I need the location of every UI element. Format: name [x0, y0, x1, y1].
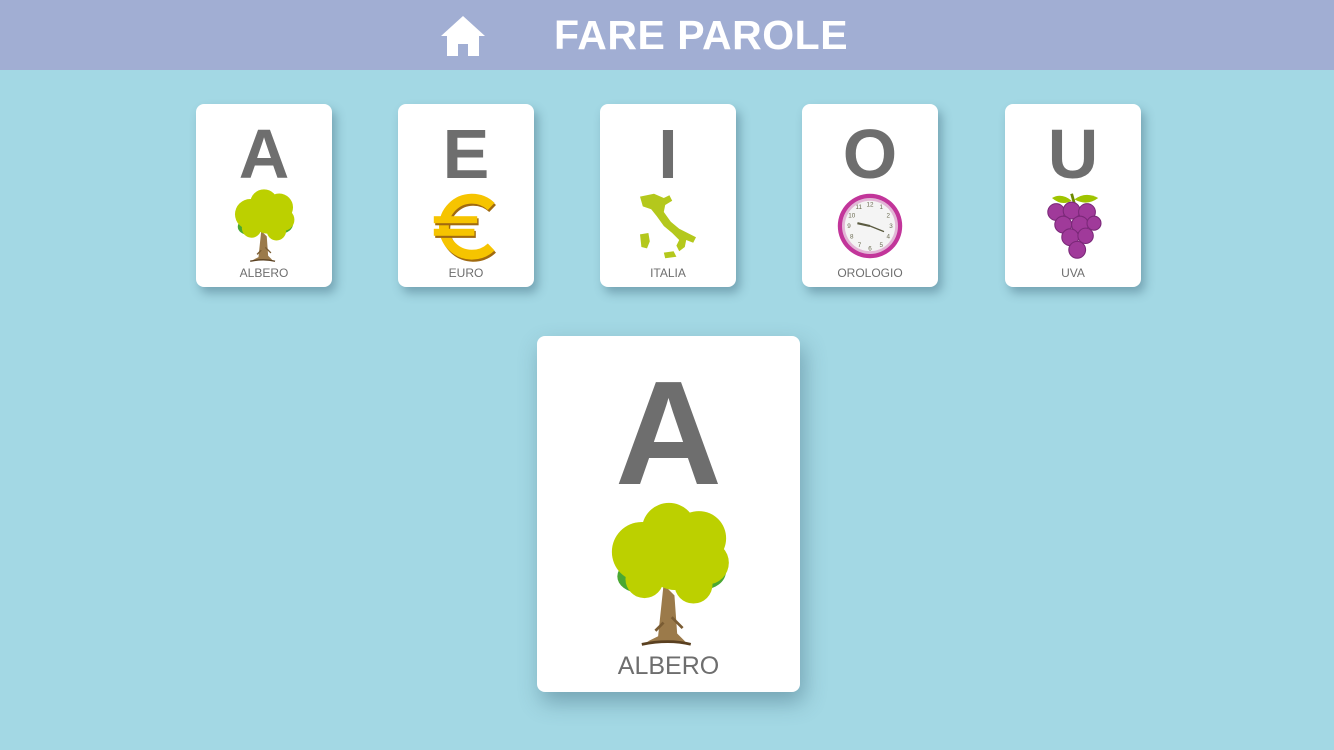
card-u[interactable]: U UVA [1005, 104, 1141, 287]
selected-card-letter: A [615, 351, 722, 516]
tree-icon [229, 188, 299, 264]
card-word: OROLOGIO [837, 266, 903, 280]
card-letter: O [842, 115, 898, 193]
home-icon [441, 16, 485, 56]
italy-map-icon [633, 188, 703, 264]
selected-card[interactable]: A ALBERO [537, 336, 800, 692]
card-e[interactable]: E EURO [398, 104, 534, 287]
selected-card-word: ALBERO [617, 652, 720, 680]
tree-icon [601, 500, 737, 650]
page-title: FARE PAROLE [554, 12, 849, 58]
card-i[interactable]: I ITALIA [600, 104, 736, 287]
card-word: UVA [1061, 266, 1085, 280]
card-letter: A [238, 115, 290, 193]
card-word: EURO [448, 266, 484, 280]
card-word: ITALIA [650, 266, 686, 280]
card-letter: E [442, 115, 490, 193]
euro-icon [431, 188, 501, 264]
clock-icon [835, 188, 905, 264]
card-word: ALBERO [239, 266, 289, 280]
top-bar: FARE PAROLE [0, 0, 1334, 70]
card-letter: I [658, 115, 678, 193]
card-letter: U [1047, 115, 1099, 193]
card-o[interactable]: O OROLOGIO [802, 104, 938, 287]
card-a[interactable]: A ALBERO [196, 104, 332, 287]
home-button[interactable] [438, 12, 488, 58]
grapes-icon [1038, 188, 1108, 264]
